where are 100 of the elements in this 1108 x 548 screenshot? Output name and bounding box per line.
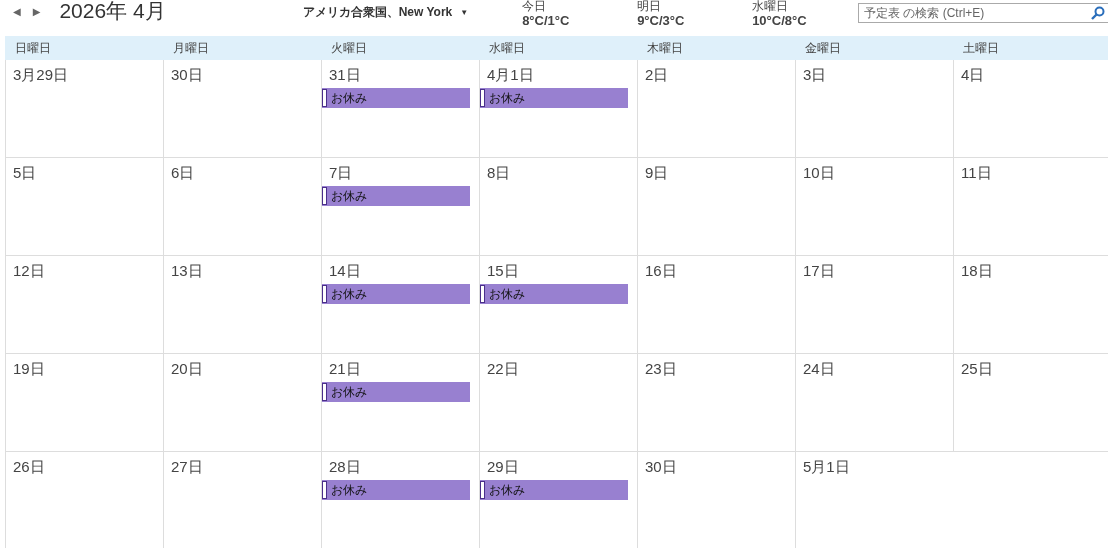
day-number: 4日 — [961, 66, 985, 84]
day-cell[interactable]: 8日 — [479, 158, 637, 256]
day-cell[interactable]: 4月1日 お休み — [479, 60, 637, 158]
day-number: 5月1日 — [803, 458, 850, 476]
day-cell[interactable]: 31日 お休み — [321, 60, 479, 158]
day-cell[interactable]: 29日 お休み — [479, 452, 637, 548]
day-cell[interactable]: 30日 — [637, 452, 795, 548]
day-number: 16日 — [645, 262, 677, 280]
day-number: 30日 — [645, 458, 677, 476]
day-number: 3月29日 — [13, 66, 69, 84]
day-cell[interactable]: 6日 — [163, 158, 321, 256]
temperature-text: 9°C/3°C — [637, 13, 686, 28]
day-cell[interactable]: 13日 — [163, 256, 321, 354]
event-status-strip — [480, 285, 485, 303]
search-icon — [1091, 6, 1105, 20]
event-bar[interactable]: お休み — [480, 284, 628, 304]
day-cell[interactable]: 19日 — [5, 354, 163, 452]
event-title: お休み — [489, 89, 525, 107]
day-number: 4月1日 — [487, 66, 534, 84]
day-cell[interactable]: 25日 — [953, 354, 1108, 452]
day-number: 3日 — [803, 66, 827, 84]
event-title: お休み — [489, 285, 525, 303]
day-number: 11日 — [961, 164, 992, 182]
temperature-text: 8°C/1°C — [522, 13, 571, 28]
event-bar[interactable]: お休み — [480, 480, 628, 500]
day-cell[interactable]: 23日 — [637, 354, 795, 452]
previous-button[interactable]: ◀ — [13, 5, 21, 19]
day-cell[interactable]: 11日 — [953, 158, 1108, 256]
day-number: 26日 — [13, 458, 45, 476]
event-bar[interactable]: お休み — [322, 382, 470, 402]
day-cell[interactable]: 30日 — [163, 60, 321, 158]
day-number: 27日 — [171, 458, 203, 476]
day-cell[interactable]: 26日 — [5, 452, 163, 548]
day-number: 24日 — [803, 360, 835, 378]
day-number: 22日 — [487, 360, 519, 378]
day-cell[interactable]: 2日 — [637, 60, 795, 158]
day-number: 12日 — [13, 262, 45, 280]
day-cell[interactable]: 5月1日 — [795, 452, 953, 548]
day-number: 9日 — [645, 164, 669, 182]
event-status-strip — [322, 89, 327, 107]
day-number: 7日 — [329, 164, 353, 182]
day-number: 18日 — [961, 262, 993, 280]
day-cell[interactable]: 15日 お休み — [479, 256, 637, 354]
day-cell[interactable]: 5日 — [5, 158, 163, 256]
event-title: お休み — [331, 285, 367, 303]
search-field[interactable]: 予定表 の検索 (Ctrl+E) — [858, 3, 1108, 23]
day-cell[interactable]: 12日 — [5, 256, 163, 354]
day-cell[interactable]: 27日 — [163, 452, 321, 548]
location-dropdown[interactable]: アメリカ合衆国、New York ▼ — [302, 4, 469, 21]
event-title: お休み — [331, 187, 367, 205]
day-number: 28日 — [329, 458, 361, 476]
day-number: 29日 — [487, 458, 519, 476]
day-number: 25日 — [961, 360, 993, 378]
day-cell[interactable]: 3日 — [795, 60, 953, 158]
day-cell[interactable]: 22日 — [479, 354, 637, 452]
day-number: 6日 — [171, 164, 195, 182]
next-button[interactable]: ▶ — [32, 5, 41, 19]
day-number: 31日 — [329, 66, 361, 84]
day-number: 10日 — [803, 164, 835, 182]
day-cell[interactable]: 18日 — [953, 256, 1108, 354]
day-cell[interactable]: 28日 お休み — [321, 452, 479, 548]
weather-day-label: 水曜日 — [752, 0, 790, 13]
event-status-strip — [480, 89, 485, 107]
weekday-label: 木曜日 — [647, 40, 683, 55]
day-number: 21日 — [329, 360, 361, 378]
event-bar[interactable]: お休み — [322, 186, 470, 206]
day-number: 13日 — [171, 262, 203, 280]
day-cell[interactable]: 17日 — [795, 256, 953, 354]
weather-day-label: 今日 — [522, 0, 548, 13]
day-cell[interactable]: 24日 — [795, 354, 953, 452]
event-title: お休み — [331, 481, 367, 499]
day-number: 5日 — [13, 164, 37, 182]
day-cell[interactable]: 16日 — [637, 256, 795, 354]
weekday-label: 日曜日 — [15, 40, 51, 55]
day-number: 15日 — [487, 262, 519, 280]
event-status-strip — [322, 285, 327, 303]
day-cell[interactable]: 7日 お休み — [321, 158, 479, 256]
event-bar[interactable]: お休み — [322, 284, 470, 304]
event-bar[interactable]: お休み — [322, 480, 470, 500]
day-cell[interactable]: 3月29日 — [5, 60, 163, 158]
event-status-strip — [322, 383, 327, 401]
event-bar[interactable]: お休み — [480, 88, 628, 108]
temperature-text: 10°C/8°C — [752, 13, 808, 28]
weekday-label: 水曜日 — [489, 40, 525, 55]
day-number: 17日 — [803, 262, 835, 280]
day-cell[interactable]: 4日 — [953, 60, 1108, 158]
day-number: 14日 — [329, 262, 361, 280]
event-title: お休み — [331, 89, 367, 107]
day-cell[interactable]: 21日 お休み — [321, 354, 479, 452]
event-bar[interactable]: お休み — [322, 88, 470, 108]
weekday-label: 土曜日 — [963, 40, 999, 55]
day-cell[interactable]: 9日 — [637, 158, 795, 256]
weekday-label: 月曜日 — [173, 40, 209, 55]
event-title: お休み — [331, 383, 367, 401]
weekday-label: 火曜日 — [331, 40, 367, 55]
day-cell[interactable]: 14日 お休み — [321, 256, 479, 354]
day-cell[interactable]: 20日 — [163, 354, 321, 452]
day-cell[interactable]: 10日 — [795, 158, 953, 256]
event-status-strip — [322, 481, 327, 499]
month-title: 2026年 4月 — [59, 0, 166, 24]
